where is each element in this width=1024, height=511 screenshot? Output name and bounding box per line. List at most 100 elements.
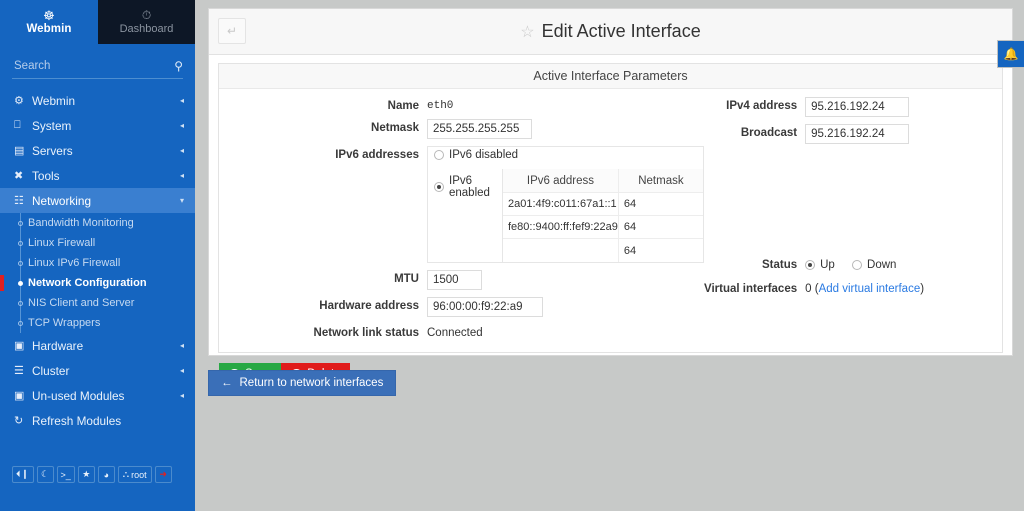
sidebar-item-tools[interactable]: ✖ Tools ◂ xyxy=(0,163,195,188)
puzzle-icon: ▣ xyxy=(14,390,25,402)
terminal-icon: >_ xyxy=(60,469,71,480)
mtu-input[interactable]: 1500 xyxy=(427,270,482,290)
sidebar-item-cluster[interactable]: ☰ Cluster ◂ xyxy=(0,358,195,383)
ipv6-address-input[interactable]: fe80::9400:ff:fef9:22a9 xyxy=(503,216,619,239)
hardware-address-input[interactable]: 96:00:00:f9:22:a9 xyxy=(427,297,543,317)
sidebar-item-servers[interactable]: ▤ Servers ◂ xyxy=(0,138,195,163)
server-icon: ▤ xyxy=(14,145,25,157)
theme-palette-button[interactable]: ◕ xyxy=(97,466,115,483)
sidebar-brand-bar: ☸ Webmin ⏱ Dashboard xyxy=(0,0,195,44)
virtual-interfaces-label: Virtual interfaces xyxy=(704,283,798,295)
field-name: Name eth0 xyxy=(219,97,673,112)
right-column: IPv4 address 95.216.192.24 Broadcast 95.… xyxy=(673,97,1002,346)
collapse-sidebar-button[interactable]: ⏴┃ xyxy=(12,466,34,483)
sidebar-item-label: Servers xyxy=(32,143,73,158)
network-icon: ☷ xyxy=(14,195,24,207)
radio-ipv6-enabled[interactable]: IPv6 enabled xyxy=(434,175,490,199)
radio-status-up[interactable]: Up xyxy=(805,259,835,271)
sidebar-item-linux-ipv6-firewall[interactable]: Linux IPv6 Firewall xyxy=(0,253,195,273)
sidebar-item-linux-firewall[interactable]: Linux Firewall xyxy=(0,233,195,253)
radio-ipv6-disabled[interactable]: IPv6 disabled xyxy=(434,149,518,161)
radio-status-down[interactable]: Down xyxy=(852,259,896,271)
tab-dashboard[interactable]: ⏱ Dashboard xyxy=(98,0,195,44)
terminal-button[interactable]: >_ xyxy=(56,466,75,483)
sidebar-subitem-label: Bandwidth Monitoring xyxy=(28,217,134,229)
bullet-icon xyxy=(18,280,23,286)
hardware-address-value: 96:00:00:f9:22:a9 xyxy=(433,301,523,313)
return-to-network-interfaces-button[interactable]: ← Return to network interfaces xyxy=(208,370,397,396)
ipv6-address-input[interactable] xyxy=(503,239,619,262)
field-status: Status Up Down xyxy=(673,256,1002,273)
sidebar-item-label: System xyxy=(32,118,72,133)
ipv6-netmask-value: 64 xyxy=(623,244,637,257)
back-button[interactable]: ↵ xyxy=(218,18,246,44)
sidebar-item-label: Cluster xyxy=(32,363,70,378)
bullet-icon xyxy=(18,320,23,326)
user-button[interactable]: ⛬ root xyxy=(117,466,152,483)
search-input[interactable] xyxy=(12,58,175,73)
status-up-label: Up xyxy=(820,259,835,271)
active-interface-parameters-panel: Active Interface Parameters Name eth0 Ne… xyxy=(218,63,1003,353)
ipv6-address-value: fe80::9400:ff:fef9:22a9 xyxy=(508,221,618,233)
logout-button[interactable]: ➜ xyxy=(154,466,172,483)
sidebar-item-hardware[interactable]: ▣ Hardware ◂ xyxy=(0,333,195,358)
sidebar-item-label: Refresh Modules xyxy=(32,413,122,428)
sidebar-item-webmin[interactable]: ⚙ Webmin ◂ xyxy=(0,88,195,113)
favorite-star-icon[interactable]: ☆ xyxy=(520,22,534,42)
user-icon: ⛬ xyxy=(122,469,130,479)
radio-dot-icon xyxy=(434,182,444,192)
ipv6-address-value: 2a01:4f9:c011:67a1::1 xyxy=(508,198,617,210)
chevron-left-icon: ◂ xyxy=(179,146,184,155)
sidebar-item-bandwidth-monitoring[interactable]: Bandwidth Monitoring xyxy=(0,213,195,233)
netmask-input[interactable]: 255.255.255.255 xyxy=(427,119,532,139)
ipv4-address-input[interactable]: 95.216.192.24 xyxy=(805,97,910,117)
field-virtual-interfaces: Virtual interfaces 0 (Add virtual interf… xyxy=(673,280,1002,295)
chevron-down-icon: ▾ xyxy=(179,196,184,205)
panel-title-text: Active Interface Parameters xyxy=(533,69,688,83)
paren-close: ) xyxy=(920,283,925,295)
search-bar[interactable]: ⚲ xyxy=(12,53,183,79)
panel-body: Name eth0 Netmask 255.255.255.255 IPv6 a… xyxy=(219,89,1002,352)
palette-icon: ◕ xyxy=(103,469,109,480)
notifications-button[interactable]: 🔔 xyxy=(997,40,1024,68)
radio-dot-icon xyxy=(434,150,444,160)
sidebar-submenu-networking: Bandwidth Monitoring Linux Firewall Linu… xyxy=(0,213,195,333)
theme-toggle-button[interactable]: ☾ xyxy=(36,466,54,483)
page-header: ↵ ☆ Edit Active Interface xyxy=(209,9,1012,55)
ipv6-box: IPv6 disabled IPv6 enabled IPv6 address … xyxy=(427,146,704,263)
brand-webmin[interactable]: ☸ Webmin xyxy=(0,0,98,44)
ipv4-address-value: 95.216.192.24 xyxy=(811,101,885,113)
bell-icon: 🔔 xyxy=(1003,47,1019,61)
radio-dot-icon xyxy=(805,260,816,270)
sidebar-subitem-label: Linux Firewall xyxy=(28,237,96,249)
sidebar-item-label: Webmin xyxy=(32,93,76,108)
sidebar: ☸ Webmin ⏱ Dashboard ⚲ ⚙ Webmin ◂ ⎕ Syst… xyxy=(0,0,195,511)
sidebar-item-label: Un-used Modules xyxy=(32,388,125,403)
ipv6-address-input[interactable]: 2a01:4f9:c011:67a1::1 xyxy=(503,193,619,216)
ipv6-netmask-value: 64 xyxy=(623,198,637,210)
user-name-label: root xyxy=(131,469,147,480)
sidebar-item-refresh-modules[interactable]: ↻ Refresh Modules xyxy=(0,408,195,433)
sidebar-item-network-configuration[interactable]: Network Configuration xyxy=(0,273,195,293)
sidebar-item-label: Hardware xyxy=(32,338,84,353)
sidebar-item-nis-client-and-server[interactable]: NIS Client and Server xyxy=(0,293,195,313)
sidebar-item-label: Networking xyxy=(32,193,92,208)
status-down-label: Down xyxy=(867,259,897,271)
bullet-icon xyxy=(18,300,23,306)
moon-icon: ☾ xyxy=(40,469,50,479)
mtu-value: 1500 xyxy=(433,274,459,286)
favorites-button[interactable]: ★ xyxy=(77,466,95,483)
broadcast-input[interactable]: 95.216.192.24 xyxy=(805,124,910,144)
name-label: Name xyxy=(387,100,419,112)
main-area: ↵ ☆ Edit Active Interface Active Interfa… xyxy=(195,0,1024,511)
sidebar-item-unused-modules[interactable]: ▣ Un-used Modules ◂ xyxy=(0,383,195,408)
sidebar-item-networking[interactable]: ☷ Networking ▾ xyxy=(0,188,195,213)
field-ipv6-addresses: IPv6 addresses IPv6 disabled IPv6 enable… xyxy=(219,146,704,263)
field-hardware-address: Hardware address 96:00:00:f9:22:a9 xyxy=(219,297,673,317)
page-card: ↵ ☆ Edit Active Interface Active Interfa… xyxy=(208,8,1013,385)
page-title-text: Edit Active Interface xyxy=(541,21,701,41)
page-title: ☆ Edit Active Interface xyxy=(520,21,700,42)
sidebar-item-system[interactable]: ⎕ System ◂ xyxy=(0,113,195,138)
add-virtual-interface-link[interactable]: Add virtual interface xyxy=(819,283,921,295)
sidebar-item-tcp-wrappers[interactable]: TCP Wrappers xyxy=(0,313,195,333)
